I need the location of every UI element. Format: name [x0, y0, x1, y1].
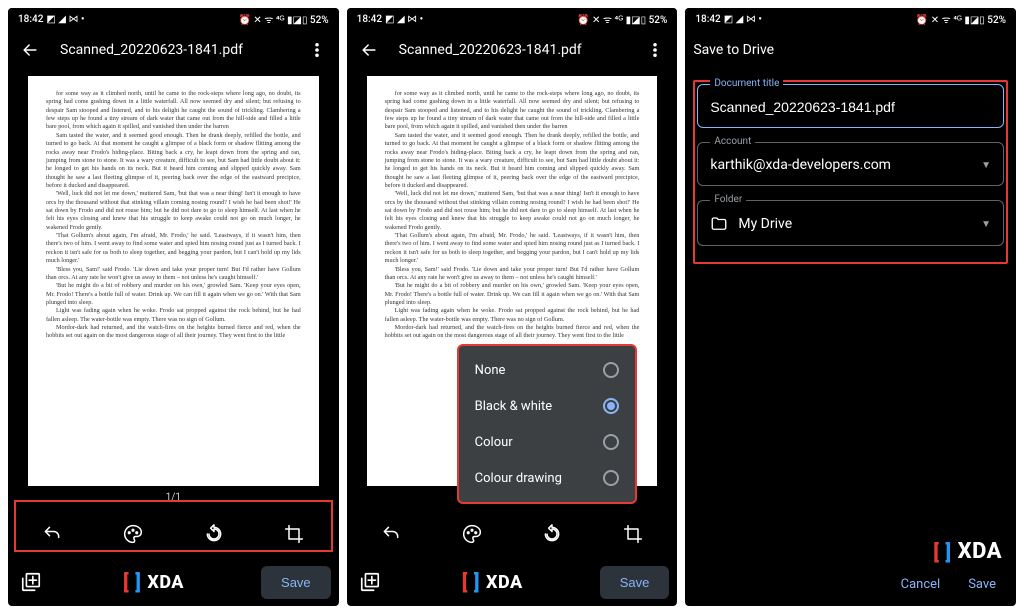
color-option-drawing[interactable]: Colour drawing	[459, 460, 635, 496]
brand-text: XDA	[958, 539, 1002, 564]
toolbar-highlight	[14, 500, 333, 552]
doc-para: 'That Gollum's about again, I'm afraid, …	[46, 232, 301, 265]
drive-header-title: Save to Drive	[693, 42, 1008, 58]
save-button[interactable]: Save	[261, 566, 331, 599]
doc-para: Mordor-dark had returned, and the watch-…	[46, 324, 301, 341]
doc-para: 'That Gollum's about again, I'm afraid, …	[385, 232, 640, 265]
folder-field[interactable]: Folder My Drive ▼	[697, 200, 1004, 246]
doc-para: 'Well, luck did not let me down,' mutter…	[385, 190, 640, 232]
folder-value: My Drive	[738, 216, 971, 232]
status-left-icons: ◩ ◢ ⋈ •	[385, 14, 423, 25]
status-time: 18:42	[695, 14, 720, 25]
field-label: Folder	[710, 194, 746, 205]
drive-save-button[interactable]: Save	[968, 577, 996, 592]
color-mode-popup: None Black & white Colour Colour drawing	[457, 344, 637, 504]
chevron-down-icon: ▼	[981, 160, 991, 171]
status-left-icons: ◩ ◢ ⋈ •	[46, 14, 84, 25]
xda-watermark: []XDA	[123, 570, 184, 594]
account-value: karthik@xda-developers.com	[710, 157, 971, 173]
phone-screen-color-menu: 18:42 ◩ ◢ ⋈ • ⏰ ✕ ᯤ ⁴ᴳ ▮◪▯ 52% Scanned_2…	[347, 8, 678, 606]
doc-para: Sam tasted the water, and it seemed good…	[385, 132, 640, 191]
crop-icon[interactable]	[619, 520, 647, 548]
option-label: Colour	[475, 435, 513, 450]
radio-icon	[603, 362, 619, 378]
more-vert-icon[interactable]	[303, 36, 331, 64]
add-page-icon[interactable]	[16, 567, 46, 597]
doc-para: Mordor-dark had returned, and the watch-…	[385, 324, 640, 341]
field-label: Document title	[710, 78, 783, 89]
doc-para: Light was fading again when he woke. Fro…	[46, 307, 301, 324]
doc-para: 'But he might do a bit of robbery and mu…	[385, 282, 640, 307]
bottom-bar: []XDA Save	[8, 558, 339, 606]
status-bar: 18:42 ◩ ◢ ⋈ • ⏰ ✕ ᯤ ⁴ᴳ ▮◪▯ 52%	[8, 8, 339, 30]
status-right-icons: ⏰ ✕ ᯤ ⁴ᴳ ▮◪▯ 52%	[238, 12, 328, 26]
status-right-icons: ⏰ ✕ ᯤ ⁴ᴳ ▮◪▯ 52%	[577, 12, 667, 26]
phone-screen-editor: 18:42 ◩ ◢ ⋈ • ⏰ ✕ ᯤ ⁴ᴳ ▮◪▯ 52% Scanned_2…	[8, 8, 339, 606]
doc-para: for some way as it climbed north, until …	[385, 90, 640, 132]
brand-text: XDA	[147, 572, 184, 593]
document-title: Scanned_20220623-1841.pdf	[399, 42, 626, 58]
account-field[interactable]: Account karthik@xda-developers.com ▼	[697, 142, 1004, 186]
doc-para: 'Bless you, Sam!' said Frodo. 'Lie down …	[46, 266, 301, 283]
status-bar: 18:42 ◩ ◢ ⋈ • ⏰ ✕ ᯤ ⁴ᴳ ▮◪▯ 52%	[685, 8, 1016, 30]
drive-folder-icon	[710, 215, 728, 233]
document-title-field[interactable]: Document title	[697, 84, 1004, 128]
radio-icon	[603, 470, 619, 486]
back-arrow-icon[interactable]	[16, 36, 44, 64]
drive-actions: Cancel Save	[685, 563, 1016, 606]
color-option-bw[interactable]: Black & white	[459, 388, 635, 424]
status-time: 18:42	[18, 14, 43, 25]
doc-para: 'Bless you, Sam!' said Frodo. 'Lie down …	[385, 266, 640, 283]
drive-form: Document title Account karthik@xda-devel…	[685, 70, 1016, 274]
rotate-icon[interactable]	[538, 520, 566, 548]
palette-icon[interactable]	[458, 520, 486, 548]
form-highlight: Document title Account karthik@xda-devel…	[693, 80, 1008, 264]
scan-preview: for some way as it climbed north, until …	[8, 70, 339, 510]
status-right-icons: ⏰ ✕ ᯤ ⁴ᴳ ▮◪▯ 52%	[916, 12, 1006, 26]
scanned-page: for some way as it climbed north, until …	[28, 76, 319, 486]
doc-para: Light was fading again when he woke. Fro…	[385, 307, 640, 324]
option-label: Colour drawing	[475, 471, 562, 486]
chevron-down-icon: ▼	[981, 219, 991, 230]
field-label: Account	[710, 136, 755, 147]
bottom-bar: []XDA Save	[347, 558, 678, 606]
radio-selected-icon	[603, 398, 619, 414]
app-bar: Save to Drive	[685, 30, 1016, 70]
color-option-colour[interactable]: Colour	[459, 424, 635, 460]
doc-para: 'Well, luck did not let me down,' mutter…	[46, 190, 301, 232]
option-label: None	[475, 363, 506, 378]
doc-para: Sam tasted the water, and it seemed good…	[46, 132, 301, 191]
more-vert-icon[interactable]	[641, 36, 669, 64]
back-arrow-icon[interactable]	[355, 36, 383, 64]
save-button[interactable]: Save	[600, 566, 670, 599]
app-bar: Scanned_20220623-1841.pdf	[8, 30, 339, 70]
doc-para: 'But he might do a bit of robbery and mu…	[46, 282, 301, 307]
phone-screen-save-drive: 18:42 ◩ ◢ ⋈ • ⏰ ✕ ᯤ ⁴ᴳ ▮◪▯ 52% Save to D…	[685, 8, 1016, 606]
edit-toolbar	[347, 510, 678, 558]
document-title: Scanned_20220623-1841.pdf	[60, 42, 287, 58]
brand-text: XDA	[486, 572, 523, 593]
document-title-input[interactable]	[710, 99, 991, 115]
cancel-button[interactable]: Cancel	[901, 577, 941, 592]
status-left-icons: ◩ ◢ ⋈ •	[724, 14, 762, 25]
xda-watermark: []XDA	[933, 539, 1002, 564]
color-option-none[interactable]: None	[459, 352, 635, 388]
app-bar: Scanned_20220623-1841.pdf	[347, 30, 678, 70]
undo-icon[interactable]	[377, 520, 405, 548]
status-bar: 18:42 ◩ ◢ ⋈ • ⏰ ✕ ᯤ ⁴ᴳ ▮◪▯ 52%	[347, 8, 678, 30]
option-label: Black & white	[475, 399, 553, 414]
xda-watermark: []XDA	[462, 570, 523, 594]
doc-para: for some way as it climbed north, until …	[46, 90, 301, 132]
status-time: 18:42	[357, 14, 382, 25]
add-page-icon[interactable]	[355, 567, 385, 597]
radio-icon	[603, 434, 619, 450]
